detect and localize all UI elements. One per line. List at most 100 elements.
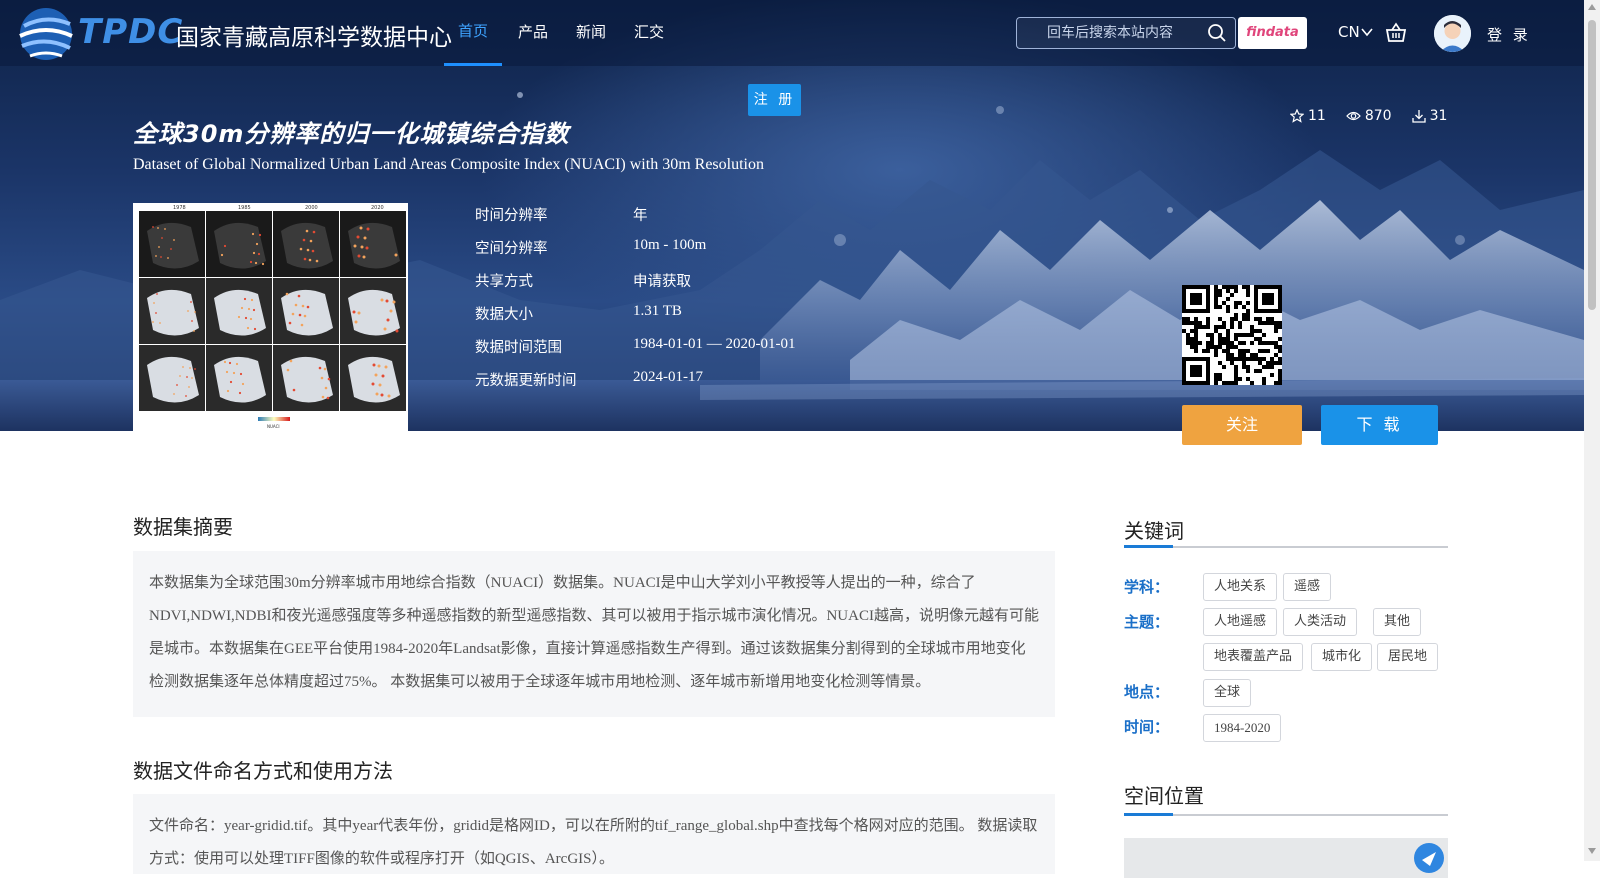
thumbnail-urban-dot	[387, 394, 391, 398]
dataset-title-en: Dataset of Global Normalized Urban Land …	[133, 156, 764, 173]
nav-item-home[interactable]: 首页	[444, 0, 503, 66]
keyword-tag[interactable]: 1984-2020	[1203, 714, 1282, 742]
top-navigation-bar: TPDC 国家青藏高原科学数据中心 首页 产品 新闻 汇交 findata CN…	[0, 0, 1584, 66]
scroll-up-arrow-icon[interactable]	[1588, 4, 1596, 10]
qr-module	[1190, 345, 1194, 349]
qr-module	[1190, 341, 1194, 345]
keyword-tag[interactable]: 城市化	[1311, 643, 1373, 671]
qr-module	[1226, 353, 1230, 357]
keyword-label-time: 时间：	[1124, 718, 1170, 736]
qr-module	[1274, 361, 1278, 365]
nav-item-news[interactable]: 新闻	[564, 0, 618, 66]
cart-icon[interactable]	[1385, 22, 1407, 44]
search-box	[1016, 17, 1236, 49]
qr-module	[1230, 285, 1234, 289]
register-button[interactable]: 注 册	[748, 84, 801, 116]
thumbnail-urban-dot	[223, 360, 227, 364]
qr-module	[1254, 369, 1258, 373]
keyword-tag[interactable]: 人类活动	[1283, 608, 1358, 636]
qr-module	[1186, 321, 1190, 325]
qr-module	[1242, 341, 1246, 345]
qr-module	[1266, 341, 1270, 345]
user-avatar[interactable]	[1434, 15, 1471, 52]
qr-module	[1262, 377, 1266, 381]
qr-module	[1190, 365, 1202, 377]
qr-module	[1234, 285, 1238, 289]
thumbnail-urban-dot	[246, 326, 250, 330]
search-input[interactable]	[1017, 18, 1207, 48]
login-link[interactable]: 登 录	[1487, 24, 1531, 45]
thumbnail-urban-dot	[191, 377, 193, 379]
thumbnail-landmass	[281, 356, 333, 403]
language-selector[interactable]: CN	[1338, 23, 1360, 41]
dataset-thumbnail[interactable]: 1978 1985 2000 2020 NUACI	[133, 203, 408, 431]
view-count: 870	[1346, 108, 1392, 124]
findata-button[interactable]: findata	[1238, 17, 1307, 49]
thumbnail-landmass	[214, 222, 266, 269]
scroll-down-arrow-icon[interactable]	[1588, 848, 1596, 854]
qr-module	[1254, 337, 1258, 341]
thumbnail-urban-dot	[394, 253, 398, 257]
nav-item-products[interactable]: 产品	[506, 0, 560, 66]
qr-module	[1226, 341, 1230, 345]
nav-item-submit[interactable]: 汇交	[622, 0, 676, 66]
qr-module	[1250, 341, 1254, 345]
qr-module	[1214, 377, 1218, 381]
view-count-value: 870	[1364, 108, 1392, 124]
qr-module	[1258, 349, 1262, 353]
keyword-tag[interactable]: 人地关系	[1203, 573, 1278, 601]
qr-module	[1218, 333, 1222, 337]
download-count: 31	[1411, 108, 1447, 124]
page-scrollbar[interactable]	[1584, 0, 1600, 861]
thumbnail-urban-dot	[359, 226, 363, 230]
qr-module	[1254, 357, 1258, 361]
search-icon[interactable]	[1207, 23, 1227, 43]
thumbnail-urban-dot	[156, 293, 158, 295]
favorite-count[interactable]: 11	[1290, 108, 1326, 124]
thumbnail-urban-dot	[155, 312, 157, 314]
qr-module	[1222, 285, 1226, 289]
spatial-map[interactable]	[1124, 838, 1448, 878]
qr-module	[1242, 353, 1246, 357]
thumbnail-urban-dot	[306, 305, 310, 309]
thumbnail-urban-dot	[226, 389, 230, 393]
qr-module	[1274, 321, 1278, 325]
thumbnail-urban-dot	[291, 312, 295, 316]
follow-button[interactable]: 关注	[1182, 405, 1302, 445]
qr-module	[1190, 337, 1194, 341]
site-name[interactable]: 国家青藏高原科学数据中心	[176, 18, 452, 52]
thumbnail-urban-dot	[189, 367, 191, 369]
qr-module	[1242, 317, 1246, 321]
qr-module	[1258, 361, 1262, 365]
qr-module	[1214, 329, 1218, 333]
qr-module	[1254, 329, 1258, 333]
keyword-tag[interactable]: 全球	[1203, 679, 1252, 707]
qr-module	[1238, 321, 1242, 325]
thumbnail-urban-dot	[254, 261, 258, 265]
keyword-tag[interactable]: 地表覆盖产品	[1203, 643, 1304, 671]
logo-tpdc-text[interactable]: TPDC	[78, 12, 183, 52]
qr-module	[1234, 345, 1238, 349]
qr-module	[1246, 357, 1250, 361]
thumbnail-urban-dot	[225, 370, 229, 374]
globe-logo-icon[interactable]	[14, 4, 74, 64]
dataset-title-cn: 全球30m分辨率的归一化城镇综合指数	[133, 120, 570, 148]
qr-module	[1214, 373, 1218, 377]
thumbnail-urban-dot	[261, 262, 265, 266]
download-button[interactable]: 下 载	[1321, 405, 1438, 445]
thumbnail-urban-dot	[309, 239, 313, 243]
scrollbar-thumb[interactable]	[1588, 20, 1596, 310]
qr-module	[1278, 321, 1282, 325]
keyword-tag[interactable]: 遥感	[1283, 573, 1332, 601]
keyword-tag[interactable]: 居民地	[1377, 643, 1439, 671]
qr-module	[1242, 285, 1246, 289]
keyword-tag[interactable]: 人地遥感	[1203, 608, 1278, 636]
thumbnail-urban-dot	[302, 238, 306, 242]
qr-module	[1230, 361, 1234, 365]
chevron-down-icon[interactable]	[1361, 28, 1373, 37]
keyword-tag[interactable]: 其他	[1373, 608, 1422, 636]
thumbnail-urban-dot	[365, 246, 369, 250]
thumbnail-urban-dot	[249, 260, 253, 264]
thumbnail-urban-dot	[371, 382, 375, 386]
qr-module	[1250, 329, 1254, 333]
